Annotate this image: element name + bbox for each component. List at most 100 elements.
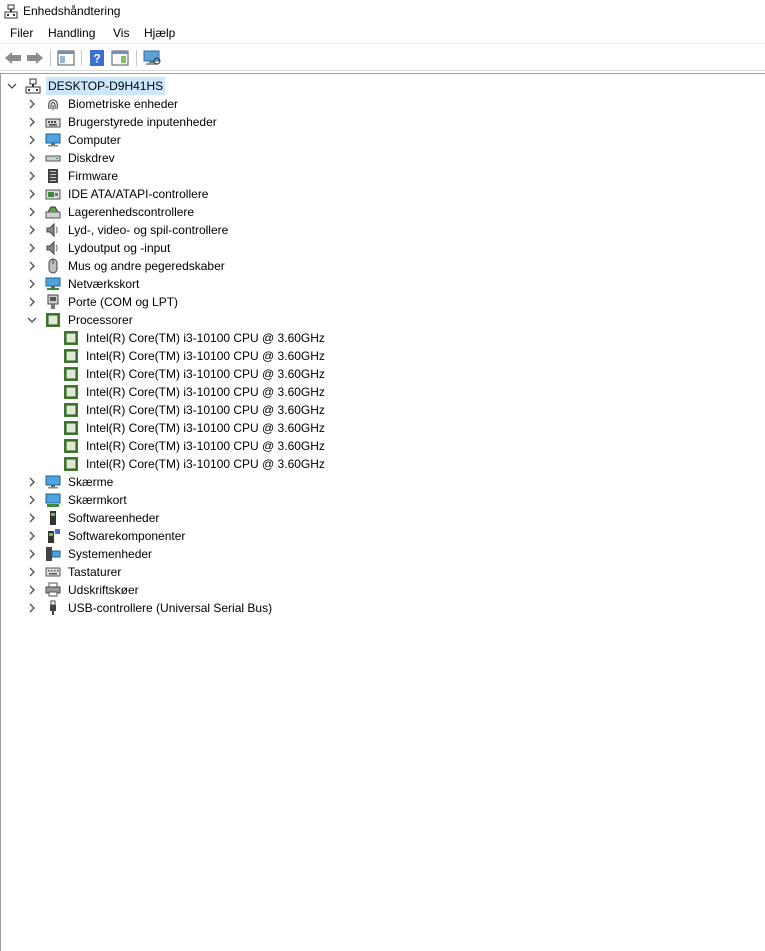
chevron-right-icon[interactable] — [27, 293, 37, 311]
chevron-right-icon[interactable] — [27, 473, 37, 491]
tree-node-usb-controllers[interactable]: USB-controllere (Universal Serial Bus) — [27, 599, 274, 617]
menu-file[interactable]: Filer — [9, 26, 34, 40]
processor-chip-icon — [63, 366, 79, 382]
chevron-right-icon[interactable] — [27, 203, 37, 221]
printer-icon — [45, 582, 61, 598]
processor-chip-icon — [63, 438, 79, 454]
tree-node-monitors[interactable]: Skærme — [27, 473, 115, 491]
chevron-right-icon[interactable] — [27, 167, 37, 185]
tree-leaf-cpu[interactable]: Intel(R) Core(TM) i3-10100 CPU @ 3.60GHz — [63, 419, 327, 437]
storage-controller-icon — [45, 204, 61, 220]
tree-node-system-devices[interactable]: Systemenheder — [27, 545, 154, 563]
chevron-right-icon[interactable] — [27, 491, 37, 509]
tree-leaf-cpu[interactable]: Intel(R) Core(TM) i3-10100 CPU @ 3.60GHz — [63, 329, 327, 347]
forward-arrow-icon[interactable] — [25, 49, 45, 67]
show-hide-console-tree-icon[interactable] — [56, 49, 76, 67]
chevron-right-icon[interactable] — [27, 545, 37, 563]
processor-chip-icon — [63, 402, 79, 418]
processor-chip-icon — [45, 312, 61, 328]
tree-node-processors[interactable]: Processorer — [27, 311, 135, 329]
tree-node-computer[interactable]: Computer — [27, 131, 123, 149]
tree-node-firmware[interactable]: Firmware — [27, 167, 120, 185]
tree-leaf-cpu[interactable]: Intel(R) Core(TM) i3-10100 CPU @ 3.60GHz — [63, 365, 327, 383]
tree-node-storage-controllers[interactable]: Lagerenhedscontrollere — [27, 203, 196, 221]
chevron-down-icon[interactable] — [7, 77, 17, 95]
chevron-right-icon[interactable] — [27, 221, 37, 239]
scan-hardware-icon[interactable] — [142, 49, 162, 67]
tree-leaf-cpu[interactable]: Intel(R) Core(TM) i3-10100 CPU @ 3.60GHz — [63, 455, 327, 473]
network-adapter-icon — [45, 276, 61, 292]
tree-node-label: Softwarekomponenter — [68, 529, 186, 543]
title-bar: Enhedshåndtering — [0, 0, 765, 24]
chevron-right-icon[interactable] — [27, 563, 37, 581]
help-icon[interactable]: ? — [87, 49, 107, 67]
tree-leaf-label: Intel(R) Core(TM) i3-10100 CPU @ 3.60GHz — [86, 367, 325, 381]
tree-node-network[interactable]: Netværkskort — [27, 275, 141, 293]
chevron-right-icon[interactable] — [27, 149, 37, 167]
chevron-right-icon[interactable] — [27, 275, 37, 293]
chevron-right-icon[interactable] — [27, 95, 37, 113]
tree-node-label: Systemenheder — [68, 547, 153, 561]
mouse-icon — [45, 258, 61, 274]
chevron-right-icon[interactable] — [27, 113, 37, 131]
tree-node-label: Porte (COM og LPT) — [68, 295, 179, 309]
tree-leaf-label: Intel(R) Core(TM) i3-10100 CPU @ 3.60GHz — [86, 403, 325, 417]
tree-node-disk-drives[interactable]: Diskdrev — [27, 149, 117, 167]
tree-root-label: DESKTOP-D9H41HS — [46, 77, 166, 95]
tree-node-mice[interactable]: Mus og andre pegeredskaber — [27, 257, 227, 275]
tree-leaf-cpu[interactable]: Intel(R) Core(TM) i3-10100 CPU @ 3.60GHz — [63, 347, 327, 365]
tree-root[interactable]: DESKTOP-D9H41HS — [7, 77, 166, 95]
chevron-right-icon[interactable] — [27, 581, 37, 599]
processor-chip-icon — [63, 348, 79, 364]
tree-node-label: Lydoutput og -input — [68, 241, 171, 255]
tree-leaf-label: Intel(R) Core(TM) i3-10100 CPU @ 3.60GHz — [86, 349, 325, 363]
chevron-right-icon[interactable] — [27, 239, 37, 257]
menu-view[interactable]: Vis — [112, 26, 130, 40]
chevron-right-icon[interactable] — [27, 185, 37, 203]
processor-chip-icon — [63, 420, 79, 436]
back-arrow-icon[interactable] — [3, 49, 23, 67]
chevron-down-icon[interactable] — [27, 311, 37, 329]
chevron-right-icon[interactable] — [27, 257, 37, 275]
tree-leaf-label: Intel(R) Core(TM) i3-10100 CPU @ 3.60GHz — [86, 457, 325, 471]
tree-node-label: Netværkskort — [68, 277, 140, 291]
chevron-right-icon[interactable] — [27, 527, 37, 545]
tree-node-display-adapters[interactable]: Skærmkort — [27, 491, 129, 509]
system-device-icon — [45, 546, 61, 562]
tree-node-hid[interactable]: Brugerstyrede inputenheder — [27, 113, 219, 131]
tree-node-print-queues[interactable]: Udskriftskøer — [27, 581, 141, 599]
monitor-icon — [45, 132, 61, 148]
tree-node-keyboards[interactable]: Tastaturer — [27, 563, 123, 581]
disk-drive-icon — [45, 150, 61, 166]
tree-node-label: USB-controllere (Universal Serial Bus) — [68, 601, 273, 615]
tree-node-ports[interactable]: Porte (COM og LPT) — [27, 293, 180, 311]
tree-node-ide[interactable]: IDE ATA/ATAPI-controllere — [27, 185, 210, 203]
fingerprint-icon — [45, 96, 61, 112]
tree-node-label: Diskdrev — [68, 151, 115, 165]
device-tree[interactable]: DESKTOP-D9H41HS Biometriske enheder Brug… — [0, 73, 765, 951]
tree-node-label: Computer — [68, 133, 121, 147]
tree-leaf-cpu[interactable]: Intel(R) Core(TM) i3-10100 CPU @ 3.60GHz — [63, 437, 327, 455]
tree-leaf-cpu[interactable]: Intel(R) Core(TM) i3-10100 CPU @ 3.60GHz — [63, 401, 327, 419]
tree-node-audio-io[interactable]: Lydoutput og -input — [27, 239, 172, 257]
properties-pane-icon[interactable] — [110, 49, 130, 67]
tree-node-label: Processorer — [68, 313, 133, 327]
chevron-right-icon[interactable] — [27, 599, 37, 617]
chevron-right-icon[interactable] — [27, 509, 37, 527]
tree-node-software-components[interactable]: Softwarekomponenter — [27, 527, 187, 545]
hid-keyboard-icon — [45, 114, 61, 130]
tree-node-sound-video-game[interactable]: Lyd-, video- og spil-controllere — [27, 221, 230, 239]
tree-node-biometric[interactable]: Biometriske enheder — [27, 95, 180, 113]
menu-bar: Filer Handling Vis Hjælp — [0, 24, 765, 44]
menu-help[interactable]: Hjælp — [143, 26, 176, 40]
tree-node-label: Lyd-, video- og spil-controllere — [68, 223, 229, 237]
device-manager-app-icon — [4, 4, 18, 19]
tree-node-software-devices[interactable]: Softwareenheder — [27, 509, 161, 527]
tree-node-label: Brugerstyrede inputenheder — [68, 115, 217, 129]
toolbar-separator — [136, 50, 137, 66]
tree-node-label: Firmware — [68, 169, 118, 183]
tree-leaf-cpu[interactable]: Intel(R) Core(TM) i3-10100 CPU @ 3.60GHz — [63, 383, 327, 401]
menu-action[interactable]: Handling — [47, 26, 96, 40]
chevron-right-icon[interactable] — [27, 131, 37, 149]
toolbar-separator — [81, 50, 82, 66]
